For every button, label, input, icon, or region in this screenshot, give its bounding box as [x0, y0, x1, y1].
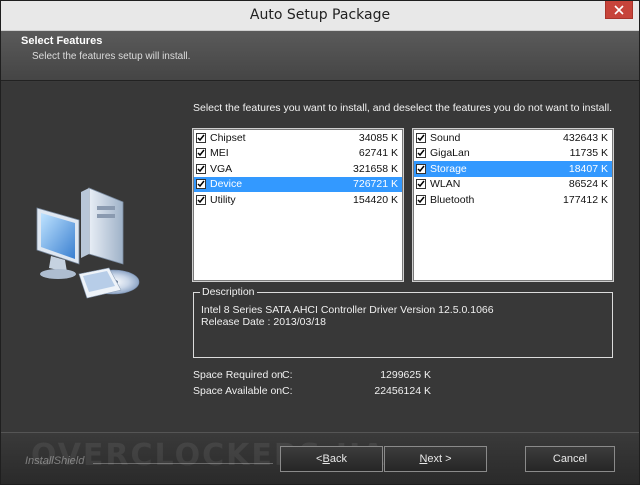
feature-size: 62741 K — [358, 147, 398, 160]
feature-item-gigalan[interactable]: GigaLan 11735 K — [414, 146, 612, 162]
checkbox[interactable] — [416, 132, 426, 143]
feature-list-right[interactable]: Sound 432643 K GigaLan 11735 K Storage 1… — [412, 128, 614, 282]
feature-item-storage[interactable]: Storage 18407 K — [414, 161, 612, 177]
feature-label: Utility — [210, 193, 236, 206]
checkbox[interactable] — [196, 163, 206, 174]
checkbox[interactable] — [416, 163, 426, 174]
close-button[interactable] — [605, 1, 633, 19]
window-title: Auto Setup Package — [249, 7, 391, 23]
feature-size: 86524 K — [568, 178, 608, 191]
feature-item-bluetooth[interactable]: Bluetooth 177412 K — [414, 192, 612, 208]
feature-label: Chipset — [210, 131, 246, 144]
back-button-label: ack — [329, 453, 347, 465]
page-subtitle: Select the features setup will install. — [32, 51, 191, 62]
feature-label: Storage — [430, 162, 467, 175]
feature-label: VGA — [210, 162, 233, 175]
feature-size: 177412 K — [563, 193, 608, 206]
checkbox[interactable] — [196, 179, 206, 190]
feature-item-sound[interactable]: Sound 432643 K — [414, 130, 612, 146]
space-available-value: 22456124 K — [374, 385, 431, 397]
checkmark-icon — [417, 165, 425, 172]
page-header: Select Features Select the features setu… — [1, 31, 639, 81]
feature-item-vga[interactable]: VGA 321658 K — [194, 161, 402, 177]
space-required-value: 1299625 K — [380, 369, 431, 381]
feature-size: 34085 K — [358, 131, 398, 144]
feature-item-chipset[interactable]: Chipset 34085 K — [194, 130, 402, 146]
space-required-label: Space Required on — [193, 369, 283, 381]
feature-item-utility[interactable]: Utility 154420 K — [194, 192, 402, 208]
description-group: Description Intel 8 Series SATA AHCI Con… — [193, 286, 613, 358]
feature-size: 726721 K — [353, 178, 398, 191]
feature-size: 321658 K — [353, 162, 398, 175]
feature-item-device[interactable]: Device 726721 K — [194, 176, 402, 192]
feature-label: WLAN — [430, 178, 461, 191]
feature-list-left[interactable]: Chipset 34085 K MEI 62741 K VGA 321658 K… — [192, 128, 404, 282]
feature-label: Bluetooth — [430, 193, 475, 206]
space-available-drive: C: — [282, 385, 293, 397]
feature-size: 432643 K — [563, 131, 608, 144]
feature-size: 154420 K — [353, 193, 398, 206]
space-required-drive: C: — [282, 369, 293, 381]
checkbox[interactable] — [196, 132, 206, 143]
checkmark-icon — [417, 180, 425, 188]
checkmark-icon — [197, 180, 205, 188]
instruction-text: Select the features you want to install,… — [193, 102, 613, 114]
title-bar[interactable]: Auto Setup Package — [1, 1, 639, 31]
next-button-label: ext > — [427, 453, 452, 465]
description-legend: Description — [200, 286, 257, 298]
description-line-1: Intel 8 Series SATA AHCI Controller Driv… — [201, 304, 494, 316]
feature-item-mei[interactable]: MEI 62741 K — [194, 146, 402, 162]
feature-label: Sound — [430, 131, 461, 144]
cancel-button-label: Cancel — [552, 453, 588, 465]
feature-label: Device — [210, 178, 243, 191]
space-available-label: Space Available on — [193, 385, 283, 397]
feature-label: MEI — [210, 147, 229, 160]
checkmark-icon — [417, 134, 425, 141]
checkmark-icon — [417, 196, 425, 203]
feature-label: GigaLan — [430, 147, 470, 160]
checkbox[interactable] — [416, 148, 426, 159]
checkbox[interactable] — [416, 194, 426, 205]
back-button-mnemonic: B — [322, 453, 330, 465]
description-line-2: Release Date : 2013/03/18 — [201, 316, 326, 328]
next-button[interactable]: Next > — [384, 446, 487, 472]
feature-size: 18407 K — [568, 162, 608, 175]
checkmark-icon — [197, 149, 205, 157]
checkmark-icon — [197, 134, 205, 141]
computer-setup-illustration — [36, 187, 140, 299]
feature-size: 11735 K — [569, 147, 608, 160]
checkmark-icon — [417, 149, 425, 157]
cancel-button[interactable]: Cancel — [525, 446, 615, 472]
checkbox[interactable] — [416, 179, 426, 190]
checkbox[interactable] — [196, 148, 206, 159]
checkmark-icon — [197, 165, 205, 172]
feature-item-wlan[interactable]: WLAN 86524 K — [414, 177, 612, 193]
checkmark-icon — [197, 196, 205, 203]
page-title: Select Features — [21, 35, 103, 47]
setup-window: Auto Setup Package Select Features Selec… — [0, 0, 640, 485]
back-button[interactable]: < Back — [280, 446, 383, 472]
close-icon — [614, 4, 624, 15]
checkbox[interactable] — [196, 194, 206, 205]
next-button-mnemonic: N — [419, 453, 428, 465]
